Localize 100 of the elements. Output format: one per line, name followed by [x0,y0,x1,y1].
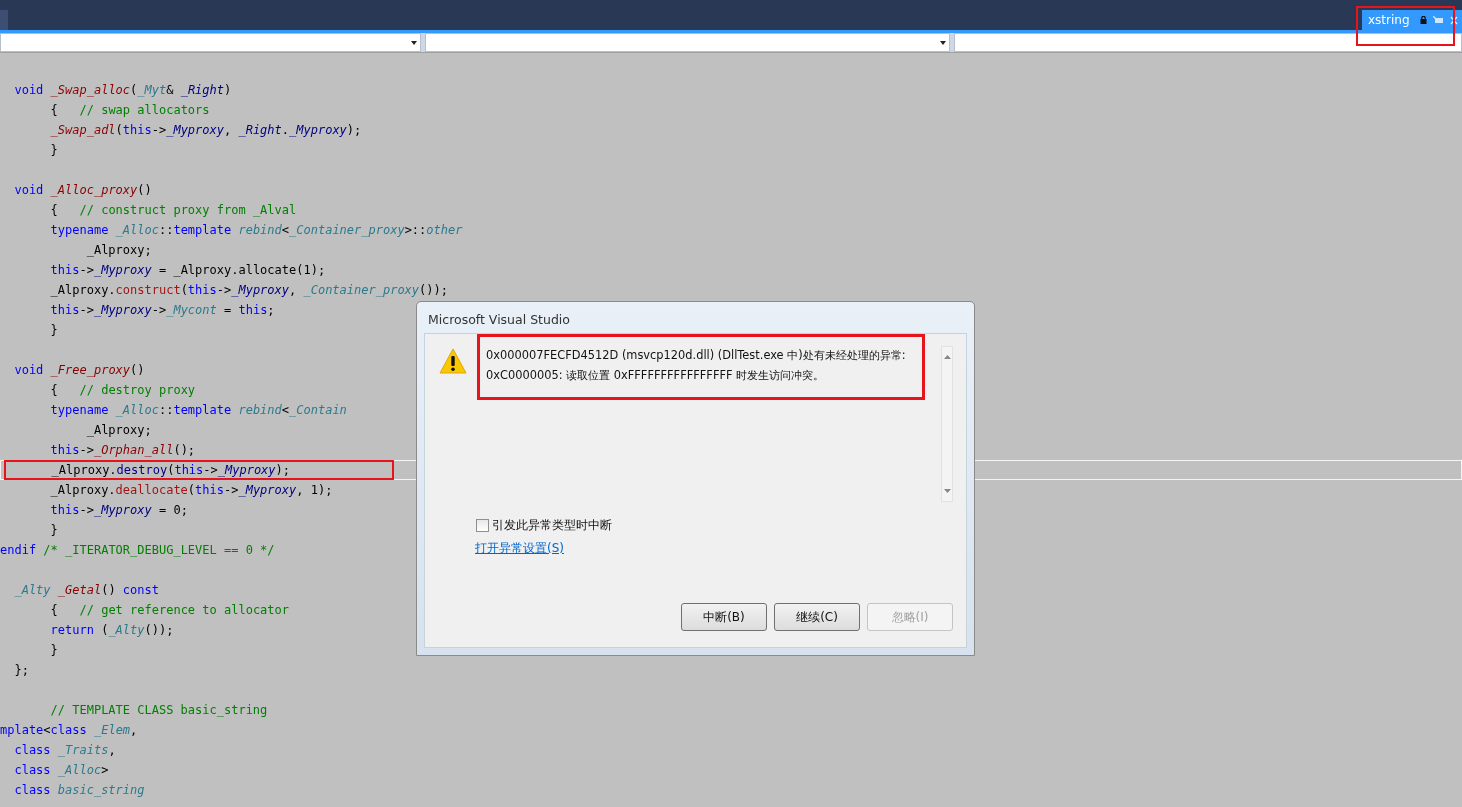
settings-link[interactable]: 打开异常设置(S) [475,540,564,557]
keyword: this [49,443,80,457]
code-text: { [49,103,59,117]
field-name: _Myproxy [238,483,297,497]
code-comment: // destroy proxy [79,383,196,397]
down-arrow-icon[interactable] [943,489,951,493]
type-name: rebind [238,223,282,237]
code-text: < [43,723,51,737]
keyword: class [13,783,52,797]
code-text: } [49,523,58,537]
code-text: _Alproxy; [85,423,152,437]
close-icon[interactable] [1449,15,1458,25]
function-name: _Getal [57,583,102,597]
code-text: ()); [144,623,174,637]
keyword: class [13,763,52,777]
up-arrow-icon[interactable] [943,355,951,359]
function-name: _Alloc_proxy [50,183,138,197]
field-name: _Myproxy [93,503,152,517]
keyword: return [49,623,94,637]
type-name: rebind [238,403,282,417]
code-text: ) [224,83,232,97]
code-text: -> [79,303,94,317]
type-name: basic_string [57,783,145,797]
keyword: endif [0,543,38,557]
code-text: ()); [419,283,448,297]
code-text: () [137,183,152,197]
type-name: _Container_proxy [289,223,405,237]
field-name: _Right [238,123,282,137]
code-comment: // get reference to allocator [79,603,289,617]
keyword: this [122,123,152,137]
pin-icon[interactable] [1432,15,1444,25]
type-name: _Contain [289,403,347,417]
type-name: _Container_proxy [303,283,420,297]
code-text: _Alproxy. [50,463,117,477]
code-text: () [101,583,117,597]
code-text: ( [187,483,196,497]
field-name: _Myproxy [289,123,347,137]
code-text: ); [346,123,362,137]
code-text: ( [180,283,188,297]
code-text: . [281,123,290,137]
method-name: construct [115,283,181,297]
function-name: _Swap_adl [49,123,116,137]
code-text: _Alproxy. [49,483,116,497]
keyword: this [174,463,204,477]
keyword: this [238,303,268,317]
dropdown[interactable] [954,33,1462,52]
code-comment: // construct proxy from _Alval [79,203,297,217]
code-text: { [49,383,59,397]
field-name: _Myproxy [231,283,289,297]
code-text: () [130,363,145,377]
field-name: _Right [180,83,224,97]
code-text: { [49,203,59,217]
error-message: 0x000007FECFD4512D (msvcp120d.dll) (DllTest.exe 中)处有未经处理的异常: 0xC0000005: 读取位置 0xFFFFFFFFFFFFFFFF 时发生访问冲突。 [477,334,925,400]
editor-tab[interactable]: xstring [1362,10,1462,30]
code-text: } [49,323,58,337]
function-name: _Orphan_all [93,443,174,457]
dialog-button[interactable]: 继续(C) [774,603,860,631]
code-text: } [49,643,58,657]
field-name: _Myproxy [93,303,152,317]
code-text: } [49,143,58,157]
code-text: ( [100,623,109,637]
code-text: -> [151,123,167,137]
code-text: -> [79,443,94,457]
code-text: ( [130,83,138,97]
code-text: , [224,123,233,137]
code-text: ; [267,303,275,317]
code-text: -> [224,483,239,497]
code-comment: // swap allocators [79,103,210,117]
code-text: -> [203,463,218,477]
code-text: , [289,283,298,297]
keyword: class [50,723,88,737]
code-text: > [101,763,109,777]
type-name: _Alty [108,623,145,637]
code-text: = _Alproxy.allocate(1); [157,263,326,277]
keyword: this [49,503,80,517]
code-text: < [281,223,290,237]
scrollbar[interactable] [941,346,953,502]
method-name: destroy [116,463,168,477]
keyword: this [187,283,217,297]
type-name: other [426,223,463,237]
keyword: this [49,303,80,317]
code-text: -> [151,303,167,317]
type-name: _Myt [137,83,167,97]
type-name: _Traits [57,743,109,757]
warning-icon [439,348,467,374]
method-name: deallocate [115,483,188,497]
dialog-title: Microsoft Visual Studio [427,311,571,329]
code-text: >:: [404,223,427,237]
caret-icon [940,40,946,45]
dialog-button[interactable]: 中断(B) [681,603,767,631]
checkbox[interactable] [476,519,489,532]
function-name: _Free_proxy [50,363,131,377]
keyword: template [173,403,233,417]
code-text: _Alproxy; [85,243,152,257]
field-name: _Myproxy [166,123,224,137]
code-text: -> [216,283,232,297]
type-name: _Alty [13,583,52,597]
code-text: ( [167,463,175,477]
caret-icon [411,40,417,45]
keyword: const [122,583,159,597]
